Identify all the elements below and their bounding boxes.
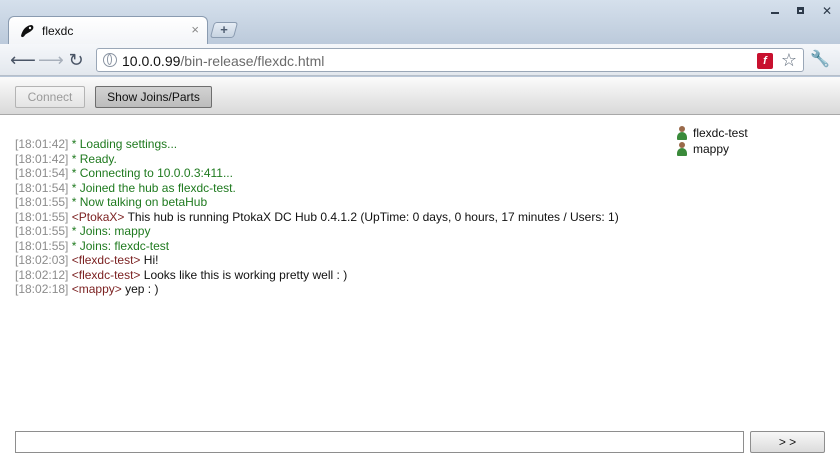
chat-line: [18:01:55] * Joins: mappy bbox=[15, 224, 665, 239]
page-content: Connect Show Joins/Parts [18:01:42] * Lo… bbox=[0, 77, 840, 471]
chat-system-message: * Connecting to 10.0.0.3:411... bbox=[71, 166, 233, 180]
chat-message: This hub is running PtokaX DC Hub 0.4.1.… bbox=[127, 209, 619, 224]
chat-system-message: * Ready. bbox=[71, 151, 117, 166]
chat-nick: <mappy> bbox=[71, 282, 122, 296]
maximize-icon[interactable] bbox=[794, 6, 808, 16]
chat-timestamp: [18:01:55] bbox=[15, 238, 69, 253]
chat-line: [18:01:42] * Ready. bbox=[15, 152, 665, 167]
user-list-item[interactable]: mappy bbox=[676, 141, 826, 157]
chat-system-message: * Joins: flexdc-test bbox=[71, 238, 170, 253]
chat-log: [18:01:42] * Loading settings... [18:01:4… bbox=[15, 137, 665, 297]
chat-message: yep : ) bbox=[125, 282, 159, 296]
chat-system-message: * Joined the hub as flexdc-test. bbox=[71, 180, 236, 195]
chat-line: [18:01:42] * Loading settings... bbox=[15, 137, 665, 152]
chat-timestamp: [18:01:42] bbox=[15, 137, 69, 151]
chat-timestamp: [18:02:03] bbox=[15, 253, 69, 267]
reload-icon[interactable]: ↻ bbox=[66, 50, 86, 70]
chat-timestamp: [18:01:54] bbox=[15, 166, 69, 180]
plus-icon: + bbox=[220, 22, 228, 37]
app-favicon-icon bbox=[21, 25, 34, 38]
chat-timestamp: [18:01:55] bbox=[15, 209, 69, 224]
star-icon[interactable]: ☆ bbox=[781, 50, 797, 71]
chat-line: [18:01:55] <PtokaX> This hub is running … bbox=[15, 210, 665, 225]
chat-line: [18:02:12] <flexdc-test> Looks like this… bbox=[15, 268, 665, 283]
chat-line: [18:01:54] * Joined the hub as flexdc-te… bbox=[15, 181, 665, 196]
chat-nick: <flexdc-test> bbox=[71, 253, 141, 267]
window-controls: ✕ bbox=[768, 5, 834, 17]
chat-timestamp: [18:02:12] bbox=[15, 267, 69, 282]
chat-timestamp: [18:02:18] bbox=[15, 282, 69, 296]
user-icon bbox=[676, 126, 688, 140]
chat-timestamp: [18:01:54] bbox=[15, 180, 69, 195]
address-bar[interactable]: 10.0.0.99/bin-release/flexdc.html f ☆ bbox=[96, 48, 804, 72]
chat-message: Hi! bbox=[143, 253, 159, 267]
user-list: flexdc-test mappy bbox=[676, 125, 826, 157]
chat-line: [18:02:03] <flexdc-test> Hi! bbox=[15, 253, 665, 268]
window-titlebar: ✕ flexdc × + bbox=[0, 0, 840, 44]
tab-flexdc[interactable]: flexdc × bbox=[8, 16, 208, 44]
chat-system-message: * Loading settings... bbox=[71, 137, 178, 151]
browser-toolbar: ⟵ ⟶ ↻ 10.0.0.99/bin-release/flexdc.html … bbox=[0, 44, 840, 76]
minimize-icon[interactable] bbox=[768, 6, 782, 16]
forward-arrow-icon[interactable]: ⟶ bbox=[38, 50, 64, 70]
app-toolbar: Connect Show Joins/Parts bbox=[0, 77, 840, 115]
message-input[interactable] bbox=[15, 431, 744, 453]
user-name: mappy bbox=[693, 142, 730, 156]
chat-line: [18:01:55] * Joins: flexdc-test bbox=[15, 239, 665, 254]
chat-nick: <PtokaX> bbox=[71, 209, 125, 224]
globe-icon bbox=[103, 53, 117, 67]
tab-close-icon[interactable]: × bbox=[191, 22, 199, 37]
user-icon bbox=[676, 142, 688, 156]
chat-line: [18:01:55] * Now talking on betaHub bbox=[15, 195, 665, 210]
back-arrow-icon[interactable]: ⟵ bbox=[10, 50, 36, 70]
close-window-icon[interactable]: ✕ bbox=[820, 5, 834, 17]
url-path: /bin-release/flexdc.html bbox=[180, 53, 325, 69]
chat-system-message: * Joins: mappy bbox=[71, 224, 151, 238]
chat-timestamp: [18:01:55] bbox=[15, 195, 69, 209]
user-list-item[interactable]: flexdc-test bbox=[676, 125, 826, 141]
user-name: flexdc-test bbox=[693, 126, 748, 140]
tab-title: flexdc bbox=[42, 24, 74, 38]
chat-system-message: * Now talking on betaHub bbox=[71, 195, 208, 209]
show-joins-parts-button[interactable]: Show Joins/Parts bbox=[95, 86, 212, 108]
wrench-icon[interactable]: 🔧 bbox=[810, 50, 830, 70]
chat-timestamp: [18:01:55] bbox=[15, 224, 69, 238]
chat-line: [18:01:54] * Connecting to 10.0.0.3:411.… bbox=[15, 166, 665, 181]
send-button[interactable]: > > bbox=[750, 431, 825, 453]
chat-message: Looks like this is working pretty well :… bbox=[143, 267, 348, 282]
url-text[interactable]: 10.0.0.99/bin-release/flexdc.html bbox=[122, 53, 324, 69]
connect-button[interactable]: Connect bbox=[15, 86, 85, 108]
url-host: 10.0.0.99 bbox=[122, 53, 181, 69]
flash-icon[interactable]: f bbox=[757, 53, 773, 69]
new-tab-button[interactable]: + bbox=[209, 22, 239, 38]
chat-timestamp: [18:01:42] bbox=[15, 151, 69, 166]
chat-line: [18:02:18] <mappy> yep : ) bbox=[15, 282, 665, 297]
chat-nick: <flexdc-test> bbox=[71, 267, 141, 282]
